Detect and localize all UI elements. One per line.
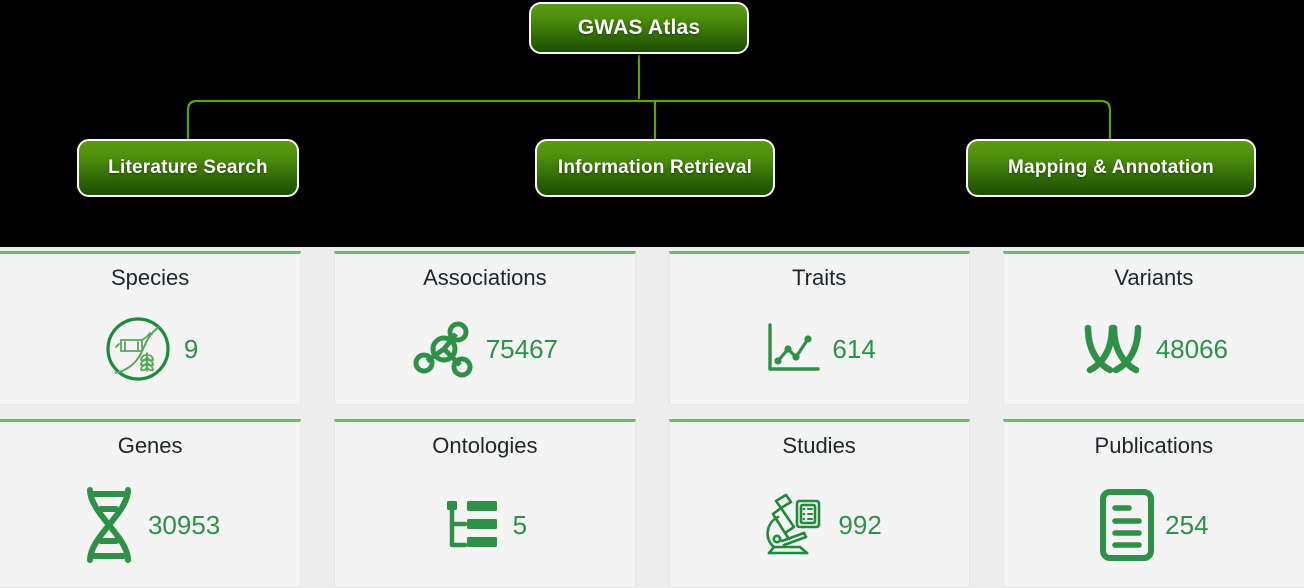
card-value: 5	[512, 509, 528, 540]
card-title: Studies	[782, 433, 856, 458]
node-mapping-annotation[interactable]: Mapping & Annotation	[966, 139, 1256, 197]
node-gwas-atlas[interactable]: GWAS Atlas	[529, 2, 749, 54]
card-body: 48066	[1004, 294, 1304, 404]
node-literature-search[interactable]: Literature Search	[77, 139, 299, 197]
line-chart-icon	[768, 323, 821, 371]
document-page-icon	[1100, 488, 1155, 561]
card-body: 9	[0, 294, 300, 404]
stat-card-studies[interactable]: Studies 992	[668, 419, 970, 588]
chromosome-cross-icon	[1084, 324, 1141, 374]
card-title: Ontologies	[432, 433, 538, 458]
node-label: Information Retrieval	[557, 157, 753, 178]
card-value: 992	[838, 509, 882, 540]
card-body: 5	[335, 462, 634, 587]
node-label: Mapping & Annotation	[1008, 157, 1214, 178]
node-information-retrieval[interactable]: Information Retrieval	[535, 139, 775, 197]
card-title: Traits	[792, 265, 847, 290]
card-body: 254	[1004, 462, 1304, 587]
card-title: Genes	[117, 433, 183, 458]
card-value: 75467	[485, 334, 559, 365]
card-title: Variants	[1114, 265, 1194, 290]
dna-helix-icon	[86, 486, 131, 563]
stat-card-variants[interactable]: Variants 48066	[1002, 251, 1304, 405]
card-value: 30953	[147, 509, 221, 540]
card-body: 614	[670, 294, 969, 404]
node-label: GWAS Atlas	[577, 16, 701, 39]
network-nodes-icon	[413, 321, 473, 378]
card-value: 9	[183, 334, 199, 365]
card-body: 992	[670, 462, 969, 587]
stat-card-species[interactable]: Species 9	[0, 251, 302, 405]
stat-card-publications[interactable]: Publications 254	[1002, 419, 1304, 588]
card-title: Associations	[423, 265, 547, 290]
diagram-header: GWAS Atlas Literature Search Information…	[0, 0, 1304, 247]
card-value: 254	[1165, 509, 1209, 540]
card-title: Species	[110, 265, 190, 290]
stat-card-traits[interactable]: Traits 614	[668, 251, 970, 405]
node-label: Literature Search	[108, 157, 268, 178]
card-value: 48066	[1155, 334, 1229, 365]
stat-card-ontologies[interactable]: Ontologies 5	[334, 419, 636, 588]
stat-card-grid: Species 9 Associations 75467 Traits 614 …	[0, 247, 1304, 588]
microscope-icon	[766, 493, 821, 554]
card-title: Publications	[1094, 433, 1214, 458]
stat-card-genes[interactable]: Genes 30953	[0, 419, 302, 588]
hierarchy-list-icon	[446, 500, 497, 547]
stat-card-associations[interactable]: Associations 75467	[334, 251, 636, 405]
card-body: 30953	[0, 462, 300, 587]
card-body: 75467	[335, 294, 634, 404]
card-value: 614	[832, 334, 876, 365]
species-circle-icon	[106, 317, 170, 381]
